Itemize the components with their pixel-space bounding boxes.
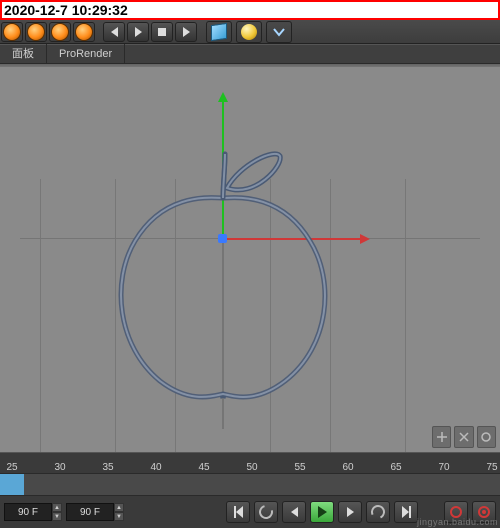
viewport-nav-cluster bbox=[432, 426, 496, 448]
viewport-pan-button[interactable] bbox=[432, 426, 451, 448]
tool-ring-1[interactable] bbox=[1, 22, 23, 42]
loop-back-button[interactable] bbox=[254, 501, 278, 523]
start-frame-field[interactable]: 90 F ▲▼ bbox=[4, 503, 62, 521]
tool-ring-3[interactable] bbox=[49, 22, 71, 42]
chevron-down-icon bbox=[272, 25, 286, 39]
viewport-rotate-button[interactable] bbox=[477, 426, 496, 448]
tab-panel[interactable]: 面板 bbox=[0, 44, 47, 64]
primitive-cube-button[interactable] bbox=[206, 21, 232, 43]
ruler-mark: 25 bbox=[2, 462, 22, 473]
play-forward-button[interactable] bbox=[310, 501, 334, 523]
perspective-viewport[interactable] bbox=[0, 64, 500, 452]
ruler-mark: 70 bbox=[434, 462, 454, 473]
primitive-sphere-button[interactable] bbox=[236, 21, 262, 43]
ruler-mark: 35 bbox=[98, 462, 118, 473]
spin-down-icon: ▼ bbox=[52, 512, 62, 521]
ruler-mark: 65 bbox=[386, 462, 406, 473]
spin-up-icon: ▲ bbox=[114, 503, 124, 512]
step-forward-button[interactable] bbox=[338, 501, 362, 523]
apple-spline-object[interactable] bbox=[105, 146, 345, 406]
go-to-start-button[interactable] bbox=[226, 501, 250, 523]
grid-line bbox=[40, 179, 41, 452]
viewport-zoom-button[interactable] bbox=[454, 426, 473, 448]
transport-stop-icon[interactable] bbox=[151, 22, 173, 42]
axis-x-arrow-icon bbox=[360, 234, 370, 244]
current-frame-value: 90 F bbox=[66, 503, 114, 521]
rotate-icon bbox=[480, 431, 492, 443]
current-frame-field[interactable]: 90 F ▲▼ bbox=[66, 503, 124, 521]
watermark-text: jingyan.baidu.com bbox=[417, 517, 498, 527]
ruler-mark: 30 bbox=[50, 462, 70, 473]
timestamp-text: 2020-12-7 10:29:32 bbox=[4, 2, 128, 18]
step-back-button[interactable] bbox=[282, 501, 306, 523]
loop-forward-button[interactable] bbox=[366, 501, 390, 523]
ruler-mark: 50 bbox=[242, 462, 262, 473]
ruler-mark: 45 bbox=[194, 462, 214, 473]
zoom-icon bbox=[458, 431, 470, 443]
move-icon bbox=[436, 431, 448, 443]
spin-down-icon: ▼ bbox=[114, 512, 124, 521]
timestamp-overlay: 2020-12-7 10:29:32 bbox=[0, 0, 500, 20]
tool-ring-4[interactable] bbox=[73, 22, 95, 42]
current-frame-spinner[interactable]: ▲▼ bbox=[114, 503, 124, 521]
start-frame-value: 90 F bbox=[4, 503, 52, 521]
ruler-mark: 40 bbox=[146, 462, 166, 473]
timeline-track[interactable] bbox=[0, 474, 500, 496]
primitive-more-button[interactable] bbox=[266, 21, 292, 43]
transport-begin-icon[interactable] bbox=[103, 22, 125, 42]
ruler-mark: 75 bbox=[482, 462, 500, 473]
main-toolbar bbox=[0, 20, 500, 44]
grid-line bbox=[0, 66, 500, 67]
ruler-mark: 55 bbox=[290, 462, 310, 473]
go-to-end-button[interactable] bbox=[394, 501, 418, 523]
start-frame-spinner[interactable]: ▲▼ bbox=[52, 503, 62, 521]
axis-y-arrow-icon bbox=[218, 92, 228, 102]
ruler-mark: 60 bbox=[338, 462, 358, 473]
grid-line bbox=[405, 179, 406, 452]
top-tabs: 面板 ProRender bbox=[0, 44, 500, 64]
timeline-panel: 25 30 35 40 45 50 55 60 65 70 75 90 F ▲▼… bbox=[0, 452, 500, 528]
tool-ring-2[interactable] bbox=[25, 22, 47, 42]
transport-end-icon[interactable] bbox=[175, 22, 197, 42]
timeline-ruler[interactable]: 25 30 35 40 45 50 55 60 65 70 75 bbox=[0, 452, 500, 474]
tab-prorender[interactable]: ProRender bbox=[47, 44, 125, 64]
spin-up-icon: ▲ bbox=[52, 503, 62, 512]
transport-play-icon[interactable] bbox=[127, 22, 149, 42]
